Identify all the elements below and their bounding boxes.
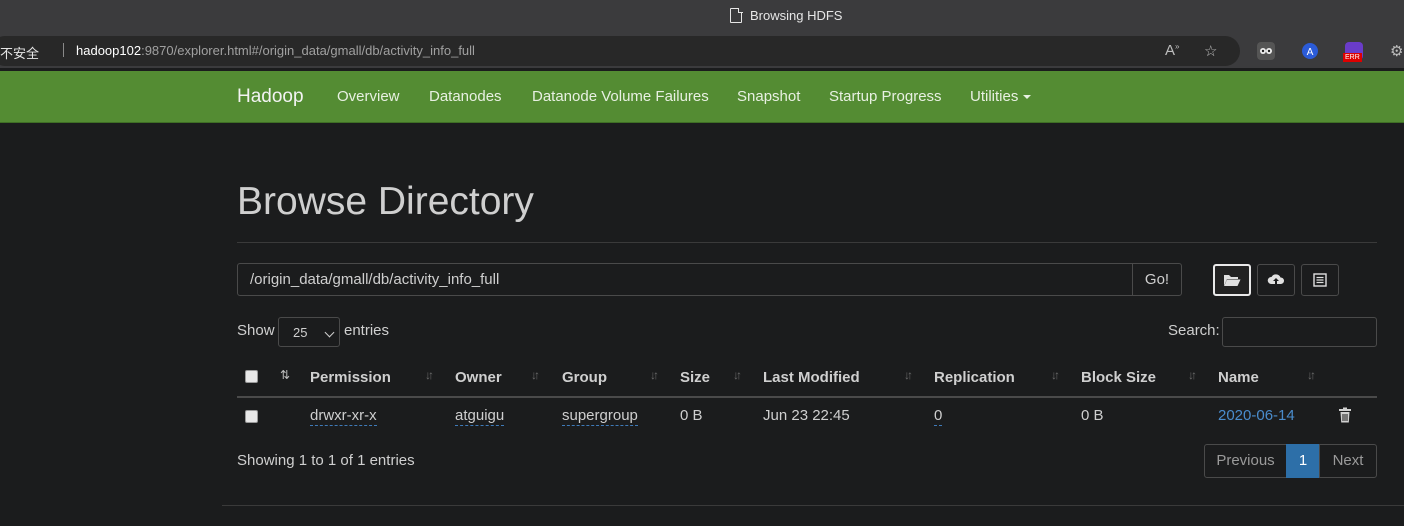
show-label: Show <box>237 322 275 339</box>
header-divider <box>237 396 1377 398</box>
url-text[interactable]: hadoop102:9870/explorer.html#/origin_dat… <box>76 43 475 58</box>
upload-button[interactable] <box>1257 264 1295 296</box>
title-divider <box>237 242 1377 243</box>
sort-active-icon[interactable]: ⇅ <box>280 368 290 382</box>
page-title: Browse Directory <box>237 180 534 223</box>
header-owner[interactable]: Owner <box>455 369 502 386</box>
cell-permission[interactable]: drwxr-xr-x <box>310 407 377 426</box>
translate-extension-icon[interactable]: A <box>1301 42 1319 60</box>
window-title: Browsing HDFS <box>750 8 843 23</box>
cell-last-modified: Jun 23 22:45 <box>763 407 850 424</box>
sort-block-size-icon[interactable]: ↓↑ <box>1188 368 1197 382</box>
nav-startup-progress[interactable]: Startup Progress <box>829 88 942 105</box>
row-checkbox[interactable] <box>245 410 258 423</box>
header-group[interactable]: Group <box>562 369 607 386</box>
cell-block-size: 0 B <box>1081 407 1104 424</box>
sort-size-icon[interactable]: ↓↑ <box>733 368 742 382</box>
cell-name-link[interactable]: 2020-06-14 <box>1218 407 1295 424</box>
nav-snapshot[interactable]: Snapshot <box>737 88 800 105</box>
favorite-star-icon[interactable]: ☆ <box>1204 42 1217 60</box>
cut-paste-button[interactable] <box>1301 264 1339 296</box>
url-host: hadoop102 <box>76 43 142 58</box>
list-icon <box>1313 273 1327 287</box>
settings-gear-icon[interactable]: ⚙ <box>1390 42 1403 60</box>
nav-datanodes[interactable]: Datanodes <box>429 88 502 105</box>
nav-utilities[interactable]: Utilities <box>970 88 1032 105</box>
header-permission[interactable]: Permission <box>310 369 391 386</box>
extension-icon[interactable] <box>1257 42 1275 60</box>
cloud-upload-icon <box>1267 274 1285 285</box>
header-last-modified[interactable]: Last Modified <box>763 369 860 386</box>
cell-size: 0 B <box>680 407 703 424</box>
entries-label: entries <box>344 322 390 339</box>
next-page-button[interactable]: Next <box>1319 444 1377 478</box>
chevron-down-icon <box>324 327 335 338</box>
folder-open-icon <box>1224 275 1241 286</box>
sort-owner-icon[interactable]: ↓↑ <box>531 368 540 382</box>
cell-group[interactable]: supergroup <box>562 407 638 426</box>
entries-per-page-select[interactable]: 25 <box>278 317 340 347</box>
header-name[interactable]: Name <box>1218 369 1259 386</box>
trash-icon[interactable] <box>1338 407 1352 428</box>
nav-overview[interactable]: Overview <box>337 88 400 105</box>
sort-last-modified-icon[interactable]: ↓↑ <box>904 368 913 382</box>
svg-text:A: A <box>1307 47 1314 58</box>
go-button[interactable]: Go! <box>1132 263 1182 296</box>
directory-path-input[interactable] <box>237 263 1133 296</box>
nav-volume-failures[interactable]: Datanode Volume Failures <box>532 88 709 105</box>
document-icon <box>730 7 743 23</box>
hadoop-navbar: Hadoop Overview Datanodes Datanode Volum… <box>0 71 1404 123</box>
entries-select-value: 25 <box>293 325 308 340</box>
caret-down-icon <box>1023 95 1032 100</box>
window-title-group: Browsing HDFS <box>730 7 843 23</box>
cell-replication[interactable]: 0 <box>934 407 943 426</box>
read-aloud-icon[interactable]: A» <box>1165 42 1179 59</box>
sort-group-icon[interactable]: ↓↑ <box>650 368 659 382</box>
header-size[interactable]: Size <box>680 369 710 386</box>
browser-title-bar: Browsing HDFS <box>0 0 1404 34</box>
nav-utilities-label: Utilities <box>970 88 1019 105</box>
previous-page-button[interactable]: Previous <box>1204 444 1287 478</box>
navbar-brand[interactable]: Hadoop <box>237 86 304 108</box>
bottom-divider <box>222 505 1404 506</box>
cell-owner[interactable]: atguigu <box>455 407 505 426</box>
create-directory-button[interactable] <box>1213 264 1251 296</box>
page-1-button[interactable]: 1 <box>1286 444 1320 478</box>
browser-toolbar: 不安全 hadoop102:9870/explorer.html#/origin… <box>0 34 1404 68</box>
search-input[interactable] <box>1222 317 1377 347</box>
sort-permission-icon[interactable]: ↓↑ <box>425 368 434 382</box>
security-indicator[interactable]: 不安全 <box>0 43 39 62</box>
sort-name-icon[interactable]: ↓↑ <box>1307 368 1316 382</box>
search-label: Search: <box>1168 322 1220 339</box>
header-block-size[interactable]: Block Size <box>1081 369 1156 386</box>
extension-error-badge: ERR <box>1343 53 1362 62</box>
select-all-checkbox[interactable] <box>245 370 258 383</box>
header-replication[interactable]: Replication <box>934 369 1015 386</box>
table-info: Showing 1 to 1 of 1 entries <box>237 452 415 469</box>
sort-replication-icon[interactable]: ↓↑ <box>1051 368 1060 382</box>
url-path: :9870/explorer.html#/origin_data/gmall/d… <box>141 43 475 58</box>
address-separator <box>63 43 64 57</box>
